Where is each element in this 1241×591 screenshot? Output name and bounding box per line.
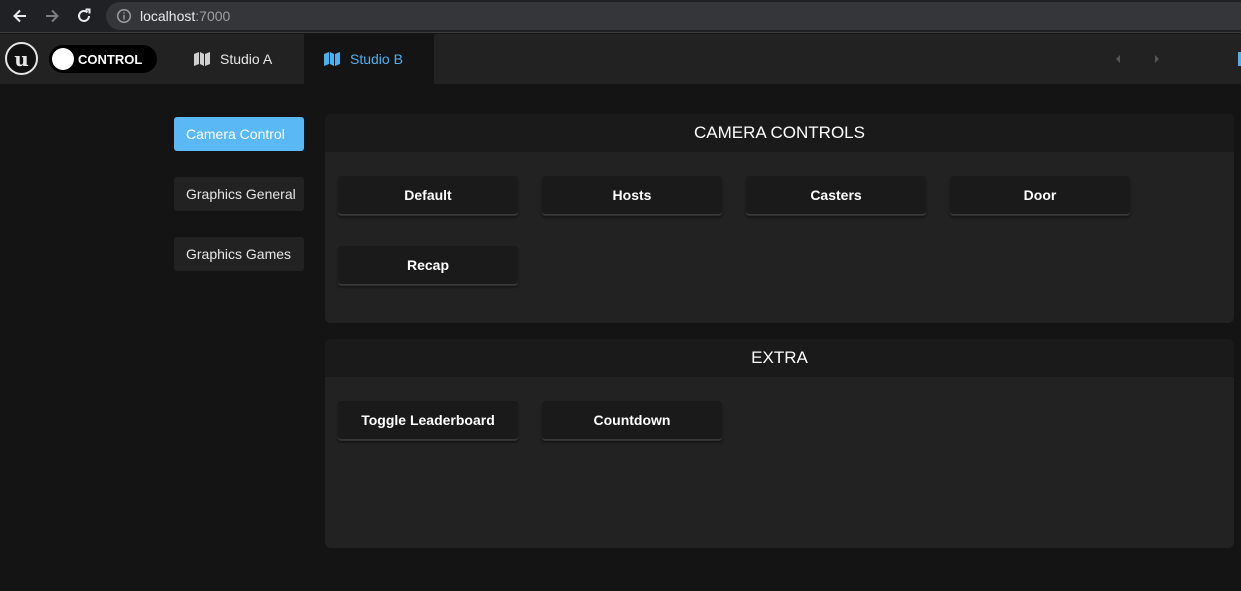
recap-button[interactable]: Recap — [338, 246, 518, 284]
browser-toolbar: localhost:7000 — [0, 0, 1241, 33]
toggle-knob — [52, 48, 74, 70]
panel-title: CAMERA CONTROLS — [325, 114, 1234, 152]
back-icon[interactable] — [8, 5, 32, 27]
url-text[interactable]: localhost:7000 — [140, 8, 230, 24]
app-header: u CONTROL Studio A Studio B — [0, 34, 1241, 84]
reload-icon[interactable] — [72, 5, 96, 27]
casters-button[interactable]: Casters — [746, 176, 926, 214]
hosts-button[interactable]: Hosts — [542, 176, 722, 214]
camera-controls-panel: CAMERA CONTROLS Default Hosts Casters Do… — [325, 114, 1234, 323]
tab-studio-a[interactable]: Studio A — [174, 34, 304, 84]
forward-icon[interactable] — [40, 5, 64, 27]
scroll-left-icon[interactable] — [1113, 53, 1123, 65]
url-port: :7000 — [195, 8, 231, 24]
scroll-right-icon[interactable] — [1152, 53, 1162, 65]
countdown-button[interactable]: Countdown — [542, 401, 722, 439]
tab-label: Studio A — [220, 51, 273, 67]
toggle-leaderboard-button[interactable]: Toggle Leaderboard — [338, 401, 518, 439]
tab-label: Studio B — [350, 51, 403, 67]
default-button[interactable]: Default — [338, 176, 518, 214]
sidebar-item-graphics-games[interactable]: Graphics Games — [174, 237, 304, 271]
sidebar-item-graphics-general[interactable]: Graphics General — [174, 177, 304, 211]
control-toggle[interactable]: CONTROL — [49, 45, 157, 73]
url-host: localhost — [140, 8, 196, 24]
tab-studio-b[interactable]: Studio B — [304, 34, 434, 84]
door-button[interactable]: Door — [950, 176, 1130, 214]
extra-panel: EXTRA Toggle Leaderboard Countdown — [325, 339, 1234, 548]
map-icon — [194, 52, 210, 66]
unreal-logo-icon: u — [5, 42, 38, 75]
sidebar-item-camera-control[interactable]: Camera Control — [174, 117, 304, 151]
info-icon[interactable] — [116, 8, 132, 24]
panel-title: EXTRA — [325, 339, 1234, 377]
address-bar[interactable]: localhost:7000 — [106, 2, 1241, 30]
toggle-label: CONTROL — [78, 52, 143, 67]
map-icon — [324, 52, 340, 66]
